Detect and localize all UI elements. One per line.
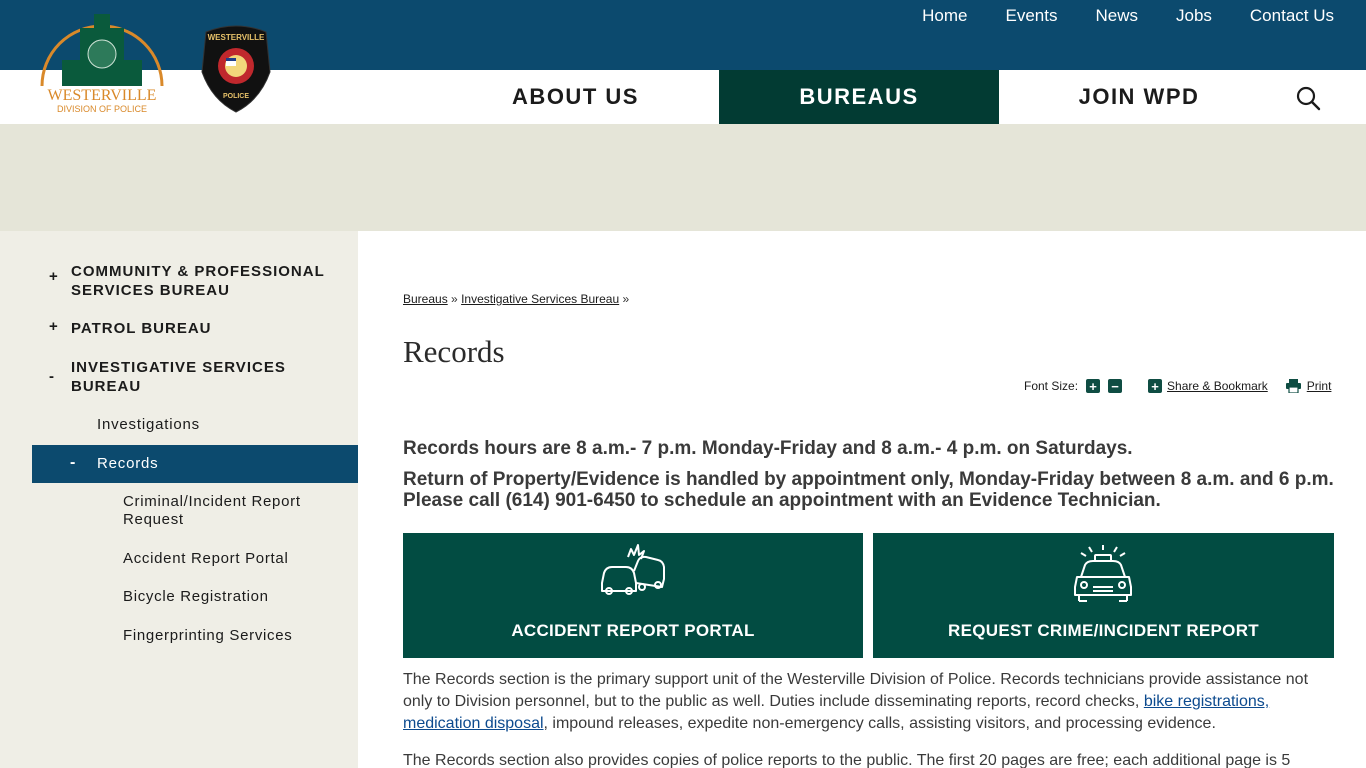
property-return-notice: Return of Property/Evidence is handled b…: [403, 469, 1334, 511]
sidebar-item-accident-portal[interactable]: Accident Report Portal: [123, 550, 333, 568]
logo-text-westerville: WESTERVILLE: [48, 87, 157, 104]
expand-toggle-community[interactable]: +: [49, 268, 58, 285]
nav-link-news[interactable]: News: [1057, 6, 1138, 26]
nav-about-us[interactable]: ABOUT US: [432, 70, 719, 124]
collapse-toggle-records[interactable]: -: [70, 454, 75, 472]
font-size-label: Font Size:: [1024, 379, 1079, 393]
breadcrumb-separator: »: [622, 292, 630, 306]
breadcrumb: Bureaus » Investigative Services Bureau …: [403, 292, 629, 306]
nav-join-wpd[interactable]: JOIN WPD: [999, 70, 1279, 124]
nav-bureaus[interactable]: BUREAUS: [719, 70, 999, 124]
badge-text-bottom: POLICE: [223, 93, 249, 100]
police-patch-logo[interactable]: WESTERVILLE POLICE: [200, 22, 272, 114]
search-icon[interactable]: [1294, 84, 1322, 112]
crime-incident-report-tile[interactable]: REQUEST CRIME/INCIDENT REPORT: [873, 533, 1334, 658]
records-description: The Records section is the primary suppo…: [403, 669, 1333, 735]
sidebar-item-criminal-report[interactable]: Criminal/Incident Report Request: [123, 493, 333, 529]
expand-toggle-patrol[interactable]: +: [49, 318, 58, 335]
nav-link-contact-us[interactable]: Contact Us: [1212, 6, 1334, 26]
page-banner: [0, 124, 1366, 231]
print-icon[interactable]: [1285, 379, 1301, 393]
car-crash-icon: [601, 544, 665, 595]
font-decrease-button[interactable]: −: [1108, 379, 1123, 393]
logo-text-division: DIVISION OF POLICE: [57, 104, 147, 114]
accident-report-label: ACCIDENT REPORT PORTAL: [511, 621, 755, 640]
medication-disposal-link[interactable]: medication disposal: [403, 715, 544, 732]
nav-link-jobs[interactable]: Jobs: [1138, 6, 1212, 26]
sidebar-item-bicycle-registration[interactable]: Bicycle Registration: [123, 588, 333, 606]
breadcrumb-link-investigative[interactable]: Investigative Services Bureau: [461, 292, 619, 306]
police-reports-paragraph: The Records section also provides copies…: [403, 752, 1291, 768]
share-bookmark-link[interactable]: Share & Bookmark: [1167, 379, 1268, 393]
badge-text-top: WESTERVILLE: [208, 33, 265, 42]
sidebar-item-investigations[interactable]: Investigations: [97, 416, 200, 433]
sidebar-item-patrol[interactable]: PATROL BUREAU: [71, 319, 341, 338]
crime-report-label: REQUEST CRIME/INCIDENT REPORT: [948, 621, 1259, 640]
page-title: Records: [403, 334, 505, 369]
accident-report-tile[interactable]: ACCIDENT REPORT PORTAL: [403, 533, 863, 658]
sidebar-item-records-label: Records: [97, 455, 159, 472]
collapse-toggle-investigative[interactable]: -: [49, 368, 54, 385]
sidebar-item-fingerprinting[interactable]: Fingerprinting Services: [123, 627, 333, 645]
breadcrumb-link-bureaus[interactable]: Bureaus: [403, 292, 448, 306]
bike-registrations-link[interactable]: bike registrations,: [1144, 693, 1269, 710]
nav-link-events[interactable]: Events: [967, 6, 1057, 26]
police-car-icon: [1074, 545, 1132, 602]
sidebar-item-community-professional[interactable]: COMMUNITY & PROFESSIONAL SERVICES BUREAU: [71, 262, 341, 300]
records-description-text-end: , impound releases, expedite non-emergen…: [543, 715, 1216, 732]
page-tools: Font Size: + − + Share & Bookmark Print: [1024, 379, 1331, 393]
print-link[interactable]: Print: [1307, 379, 1332, 393]
sidebar-item-records[interactable]: - Records: [32, 445, 358, 483]
utility-nav: Home Events News Jobs Contact Us: [884, 6, 1334, 26]
sidebar-item-investigative[interactable]: INVESTIGATIVE SERVICES BUREAU: [71, 358, 321, 396]
breadcrumb-separator: »: [451, 292, 458, 306]
main-nav: ABOUT US BUREAUS JOIN WPD: [432, 70, 1279, 124]
records-hours-notice: Records hours are 8 a.m.- 7 p.m. Monday-…: [403, 438, 1133, 459]
nav-link-home[interactable]: Home: [884, 6, 967, 26]
font-increase-button[interactable]: +: [1086, 379, 1101, 393]
westerville-police-logo[interactable]: WESTERVILLE DIVISION OF POLICE: [34, 8, 170, 118]
share-plus-icon: +: [1148, 379, 1163, 393]
